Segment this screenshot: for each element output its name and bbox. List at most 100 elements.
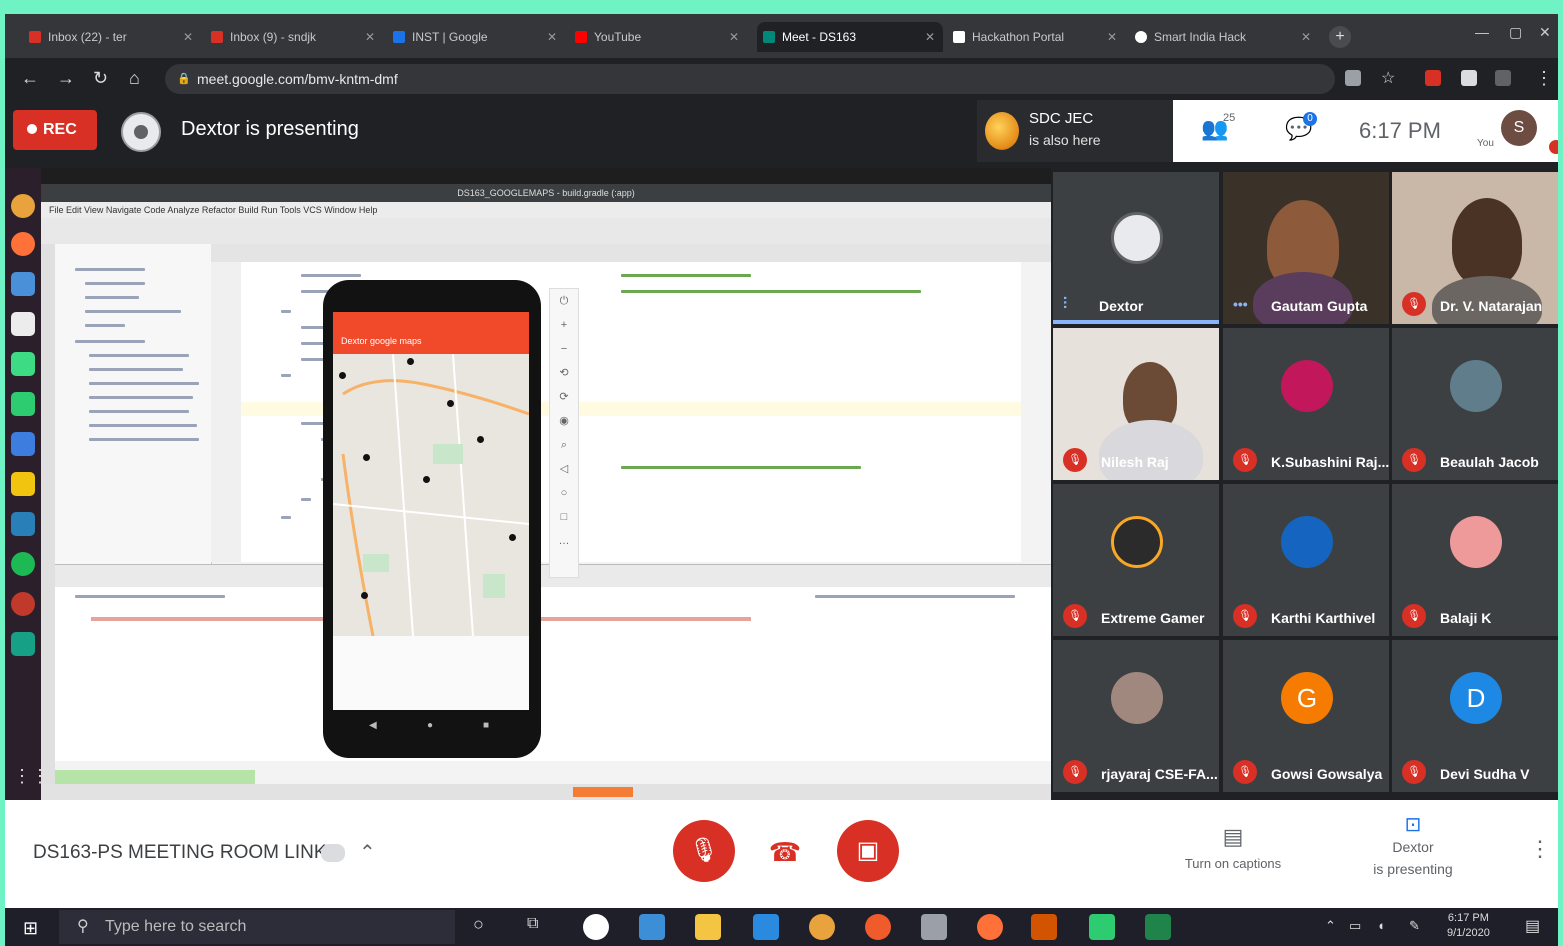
spotify-icon[interactable] <box>11 552 35 576</box>
participant-tile[interactable]: ••• Gautam Gupta <box>1223 172 1389 324</box>
map-marker[interactable] <box>447 400 454 407</box>
rotate-icon[interactable]: ⟳ <box>550 385 578 409</box>
app-icon[interactable] <box>753 914 779 940</box>
home-icon[interactable]: ⌂ <box>129 68 140 89</box>
file-explorer-icon[interactable] <box>695 914 721 940</box>
map-marker[interactable] <box>407 358 414 365</box>
map-marker[interactable] <box>361 592 368 599</box>
browser-tab[interactable]: YouTube ✕ <box>569 22 747 52</box>
participant-tile[interactable]: 🎙 Extreme Gamer <box>1053 484 1219 636</box>
ide-toolbar[interactable] <box>41 218 1051 244</box>
task-view-icon[interactable]: ⧉ <box>527 915 538 933</box>
participant-tile[interactable]: D 🎙 Devi Sudha V <box>1392 640 1558 792</box>
phone-emulator[interactable]: Dextor google maps ◀ ● ■ <box>323 280 541 758</box>
windows-start-icon[interactable]: ⊞ <box>23 918 38 939</box>
maximize-icon[interactable]: ▢ <box>1509 24 1522 41</box>
browser-tab[interactable]: Hackathon Portal ✕ <box>947 22 1125 52</box>
run-panel[interactable] <box>55 564 1051 761</box>
emulator-toolbar[interactable]: ⏻ + − ⟲ ⟳ ◉ ⌕ ◁ ○ □ … <box>549 288 579 578</box>
more-options-icon[interactable]: ⋮ <box>1529 836 1551 862</box>
menu-icon[interactable]: ⋮ <box>1535 68 1553 89</box>
hp-icon[interactable] <box>583 914 609 940</box>
minimize-icon[interactable]: — <box>1475 24 1489 40</box>
cortana-icon[interactable]: ○ <box>473 914 484 935</box>
app-icon[interactable] <box>865 914 891 940</box>
meeting-details-icon[interactable] <box>321 844 345 862</box>
back-icon[interactable]: ◁ <box>550 457 578 481</box>
app-icon[interactable] <box>11 512 35 536</box>
leave-call-button[interactable]: ☎ <box>757 824 813 880</box>
chevron-up-icon[interactable]: ⌃ <box>359 840 376 865</box>
home-icon[interactable]: ○ <box>550 481 578 505</box>
recents-nav-icon[interactable]: ■ <box>483 720 489 731</box>
browser-tab[interactable]: Smart India Hack ✕ <box>1129 22 1319 52</box>
new-tab-button[interactable]: + <box>1329 26 1351 48</box>
app-icon[interactable] <box>11 472 35 496</box>
extension-icon[interactable] <box>1461 70 1477 86</box>
browser-tab[interactable]: Inbox (9) - sndjk ✕ <box>205 22 383 52</box>
overview-icon[interactable]: □ <box>550 505 578 529</box>
close-tab-icon[interactable]: ✕ <box>365 30 375 44</box>
forward-icon[interactable]: → <box>57 68 75 89</box>
volume-down-icon[interactable]: − <box>550 337 578 361</box>
close-tab-icon[interactable]: ✕ <box>925 30 935 44</box>
firefox-icon[interactable] <box>11 232 35 256</box>
camera-off-button[interactable]: ▣ <box>837 820 899 882</box>
map-marker[interactable] <box>339 372 346 379</box>
taskbar-clock[interactable]: 6:17 PM 9/1/2020 <box>1447 911 1490 941</box>
participant-tile[interactable]: 🎙 Karthi Karthivel <box>1223 484 1389 636</box>
browser-tab[interactable]: INST | Google ✕ <box>387 22 565 52</box>
power-icon[interactable]: ⏻ <box>550 289 578 313</box>
app-icon[interactable] <box>1031 914 1057 940</box>
close-tab-icon[interactable]: ✕ <box>1107 30 1117 44</box>
captions-button[interactable]: ▤ Turn on captions <box>1173 824 1293 871</box>
app-icon[interactable] <box>11 432 35 456</box>
map-marker[interactable] <box>509 534 516 541</box>
ide-menu-bar[interactable]: File Edit View Navigate Code Analyze Ref… <box>41 202 1051 218</box>
close-tab-icon[interactable]: ✕ <box>183 30 193 44</box>
participant-tile[interactable]: 🎙 K.Subashini Raj... <box>1223 328 1389 480</box>
extension-icon[interactable] <box>1425 70 1441 86</box>
pen-icon[interactable]: ✎ <box>1409 918 1420 934</box>
editor-tabs[interactable] <box>211 244 1051 262</box>
close-tab-icon[interactable]: ✕ <box>729 30 739 44</box>
present-button[interactable]: ⊡ Dextor is presenting <box>1363 814 1463 880</box>
app-icon[interactable] <box>921 914 947 940</box>
back-icon[interactable]: ← <box>21 68 39 89</box>
camera-icon[interactable]: ◉ <box>550 409 578 433</box>
browser-tab-active[interactable]: Meet - DS163 ✕ <box>757 22 943 52</box>
mic-off-button[interactable]: 🎙 <box>673 820 735 882</box>
participant-tile[interactable]: 🎙 Balaji K <box>1392 484 1558 636</box>
app-icon[interactable] <box>1089 914 1115 940</box>
more-icon[interactable]: … <box>550 529 578 553</box>
home-nav-icon[interactable]: ● <box>427 720 433 731</box>
app-icon[interactable] <box>11 592 35 616</box>
participant-tile[interactable]: 🎙 Nilesh Raj <box>1053 328 1219 480</box>
participant-tile[interactable]: 🎙 Dr. V. Natarajan <box>1392 172 1558 324</box>
participant-tile[interactable]: ⫶ Dextor <box>1053 172 1219 324</box>
app-icon[interactable] <box>11 392 35 416</box>
rotate-icon[interactable]: ⟲ <box>550 361 578 385</box>
map-marker[interactable] <box>423 476 430 483</box>
url-field[interactable]: 🔒 meet.google.com/bmv-kntm-dmf <box>165 64 1335 94</box>
extension-icon[interactable] <box>1495 70 1511 86</box>
browser-tab[interactable]: Inbox (22) - ter ✕ <box>23 22 201 52</box>
emulator-screen[interactable]: Dextor google maps <box>333 312 529 710</box>
firefox-icon[interactable] <box>977 914 1003 940</box>
close-window-icon[interactable]: ✕ <box>1539 24 1551 41</box>
emulator-nav-buttons[interactable]: ◀ ● ■ <box>323 720 541 740</box>
close-tab-icon[interactable]: ✕ <box>1301 30 1311 44</box>
reload-icon[interactable]: ↻ <box>93 68 108 89</box>
excel-icon[interactable] <box>1145 914 1171 940</box>
self-avatar[interactable]: S <box>1501 110 1537 146</box>
map-marker[interactable] <box>477 436 484 443</box>
taskbar-search[interactable]: ⚲ Type here to search <box>59 910 455 944</box>
android-studio-icon[interactable] <box>11 352 35 376</box>
files-icon[interactable] <box>11 272 35 296</box>
project-panel[interactable] <box>55 244 212 564</box>
participant-tile[interactable]: G 🎙 Gowsi Gowsalya <box>1223 640 1389 792</box>
notification-icon[interactable]: ▤ <box>1525 916 1540 936</box>
map-view[interactable] <box>333 354 529 636</box>
app-icon[interactable] <box>639 914 665 940</box>
participant-tile[interactable]: 🎙 Beaulah Jacob <box>1392 328 1558 480</box>
